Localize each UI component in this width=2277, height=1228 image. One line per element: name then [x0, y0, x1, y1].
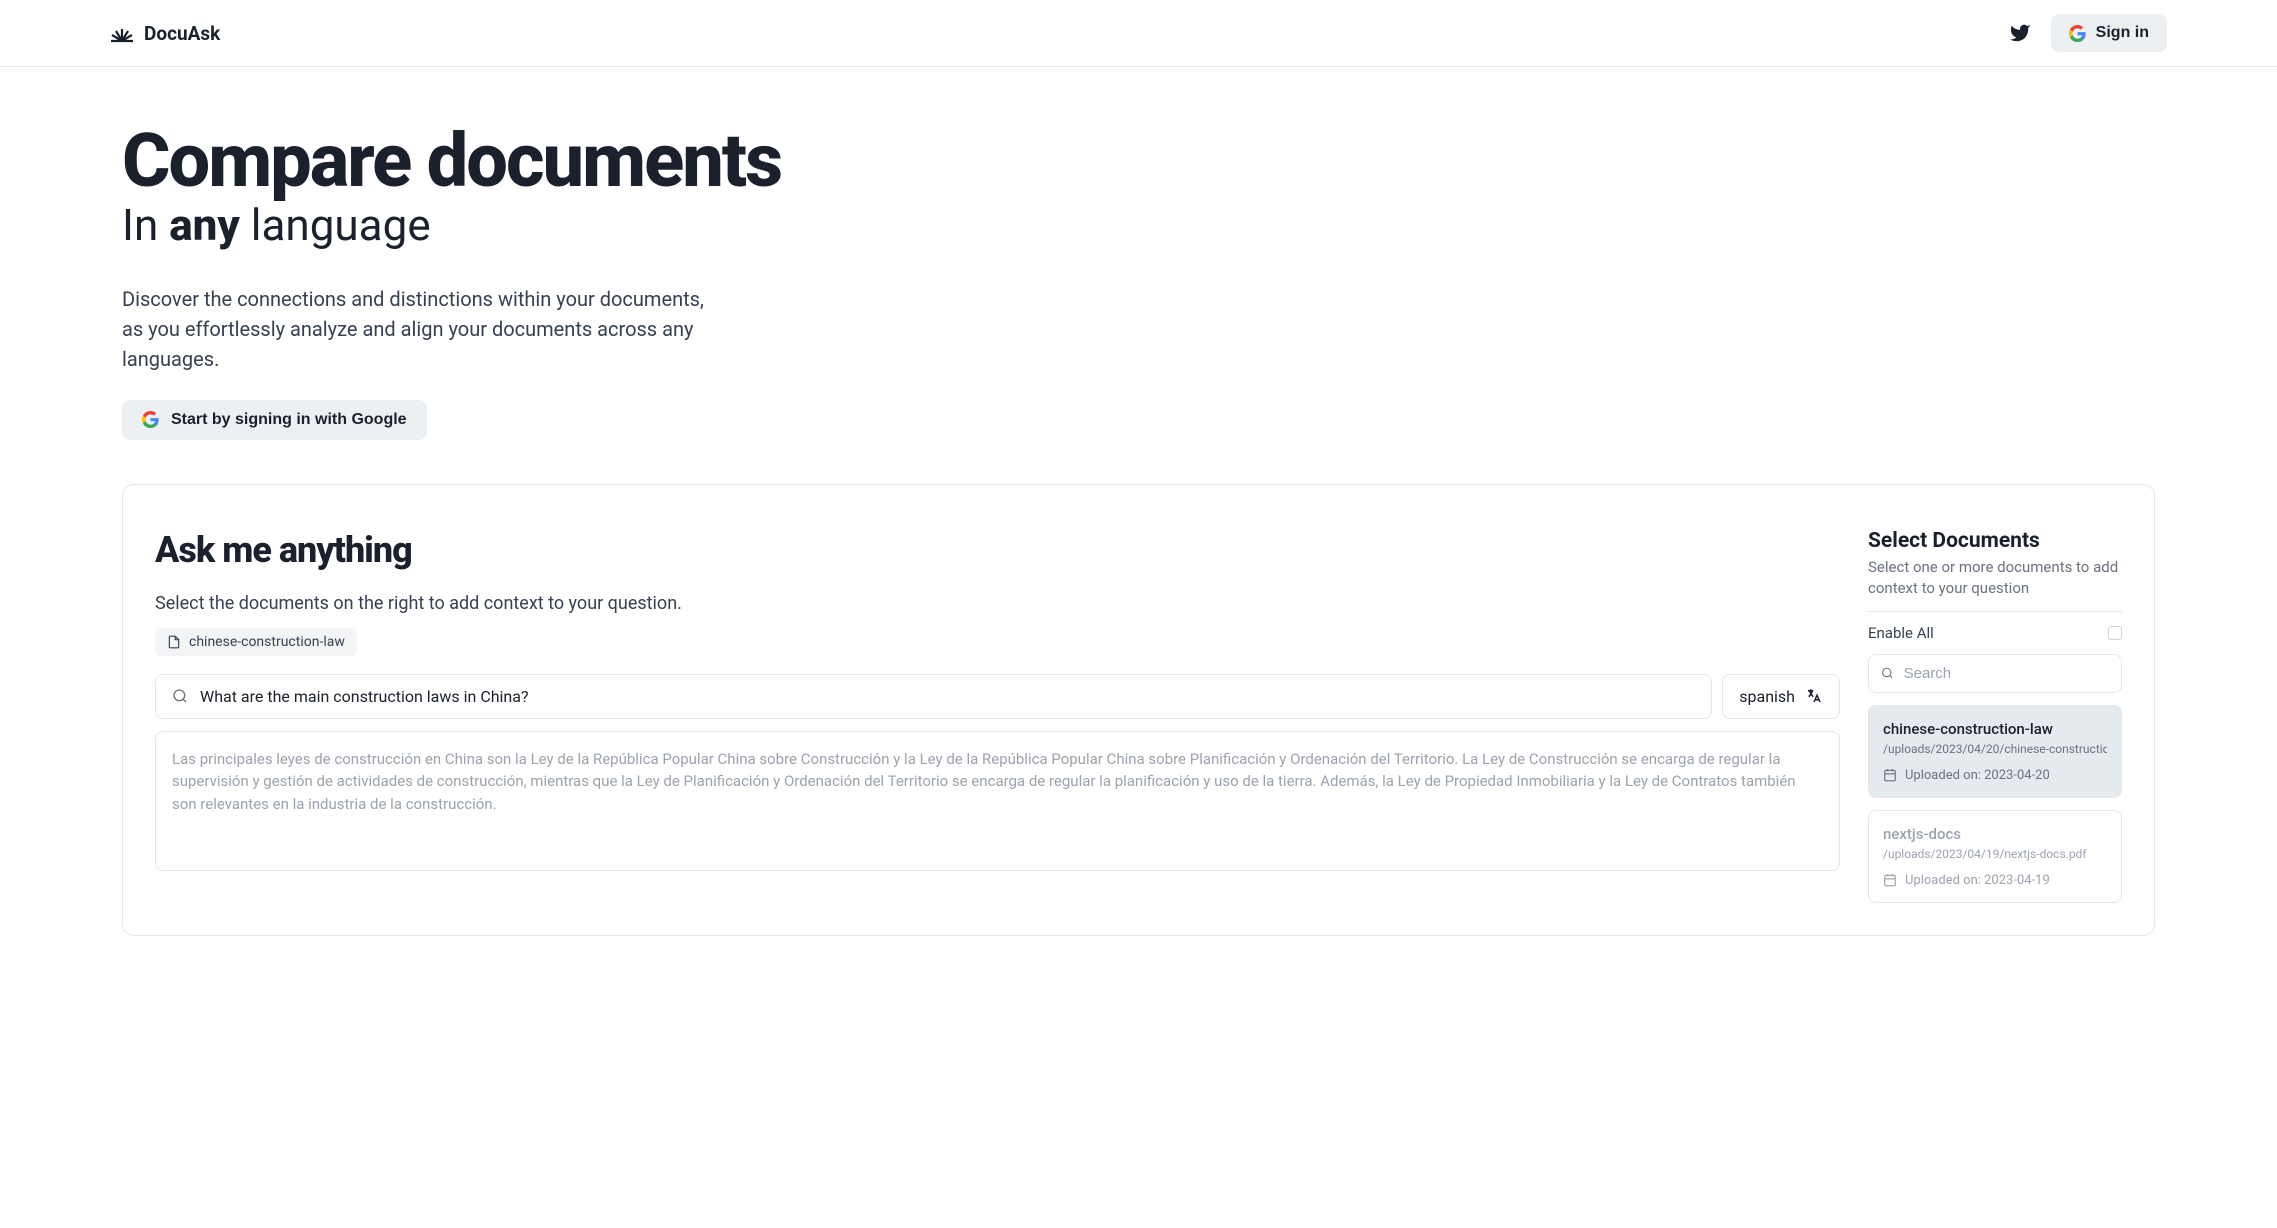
logo-icon: [110, 21, 134, 45]
brand-name: DocuAsk: [144, 22, 220, 45]
hero-title: Compare documents: [122, 127, 2155, 197]
language-value: spanish: [1739, 687, 1795, 706]
twitter-icon[interactable]: [2009, 22, 2031, 44]
logo[interactable]: DocuAsk: [110, 21, 220, 45]
query-row: What are the main construction laws in C…: [155, 674, 1840, 719]
google-icon: [142, 411, 159, 428]
doc-meta: Uploaded on: 2023-04-20: [1883, 768, 2107, 783]
google-icon: [2069, 25, 2086, 42]
query-value: What are the main construction laws in C…: [200, 687, 529, 706]
query-input[interactable]: What are the main construction laws in C…: [155, 674, 1712, 719]
signin-button[interactable]: Sign in: [2051, 14, 2167, 52]
hero-subtitle: In any language: [122, 201, 2155, 249]
doc-name: chinese-construction-law: [1883, 720, 2107, 738]
search-icon: [172, 688, 188, 704]
sidebar: Select Documents Select one or more docu…: [1868, 529, 2122, 903]
start-signin-label: Start by signing in with Google: [171, 411, 407, 429]
doc-uploaded: Uploaded on: 2023-04-20: [1905, 768, 2050, 783]
divider: [1868, 611, 2122, 612]
header: DocuAsk Sign in: [0, 0, 2277, 67]
hero-description: Discover the connections and distinction…: [122, 284, 722, 374]
calendar-icon: [1883, 873, 1897, 887]
language-selector[interactable]: spanish: [1722, 674, 1840, 719]
document-item[interactable]: chinese-construction-law /uploads/2023/0…: [1868, 705, 2122, 798]
doc-path: /uploads/2023/04/19/nextjs-docs.pdf: [1883, 847, 2107, 861]
translate-icon: [1805, 687, 1823, 705]
start-signin-button[interactable]: Start by signing in with Google: [122, 400, 427, 440]
sidebar-subtitle: Select one or more documents to add cont…: [1868, 557, 2122, 599]
doc-uploaded: Uploaded on: 2023-04-19: [1905, 873, 2050, 888]
chip-label: chinese-construction-law: [189, 634, 345, 650]
doc-meta: Uploaded on: 2023-04-19: [1883, 873, 2107, 888]
calendar-icon: [1883, 768, 1897, 782]
doc-path: /uploads/2023/04/20/chinese-construction…: [1883, 742, 2107, 756]
document-item[interactable]: nextjs-docs /uploads/2023/04/19/nextjs-d…: [1868, 810, 2122, 903]
enable-all-checkbox[interactable]: [2108, 626, 2122, 640]
response-box: Las principales leyes de construcción en…: [155, 731, 1840, 871]
selected-doc-chip[interactable]: chinese-construction-law: [155, 628, 357, 656]
header-actions: Sign in: [2009, 14, 2167, 52]
sidebar-title: Select Documents: [1868, 529, 2122, 553]
signin-label: Sign in: [2096, 24, 2149, 42]
ama-title: Ask me anything: [155, 529, 1840, 571]
ama-subtitle: Select the documents on the right to add…: [155, 593, 1840, 614]
enable-all-row: Enable All: [1868, 624, 2122, 642]
search-icon: [1881, 666, 1894, 680]
doc-search-input[interactable]: [1904, 665, 2109, 682]
doc-search-box[interactable]: [1868, 654, 2122, 693]
enable-all-label: Enable All: [1868, 624, 1934, 642]
doc-name: nextjs-docs: [1883, 825, 2107, 843]
demo-main: Ask me anything Select the documents on …: [155, 529, 1840, 903]
demo-card: Ask me anything Select the documents on …: [122, 484, 2155, 936]
main-content: Compare documents In any language Discov…: [0, 67, 2277, 976]
document-icon: [167, 635, 181, 649]
